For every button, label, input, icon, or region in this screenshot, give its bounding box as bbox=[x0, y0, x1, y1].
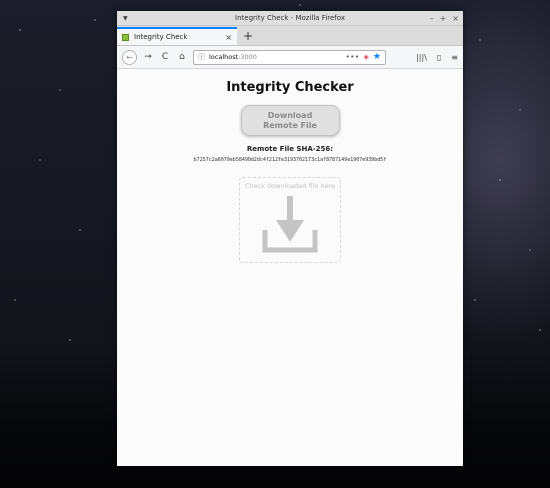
toolbar-right: |||\ ▯ ≡ bbox=[416, 53, 458, 62]
library-button[interactable]: |||\ bbox=[416, 53, 427, 62]
navigation-toolbar: ← → C ⌂ ⓘ localhost:3000 ••• ◈ ★ |||\ ▯ … bbox=[117, 46, 463, 69]
minimize-button[interactable]: – bbox=[430, 14, 434, 23]
reload-button[interactable]: C bbox=[159, 52, 171, 62]
site-info-icon[interactable]: ⓘ bbox=[198, 52, 205, 62]
sha-value: b7257c2a6070eb58490d2dc4f212fe3193702173… bbox=[193, 157, 387, 163]
favicon-icon bbox=[122, 33, 129, 41]
page-actions-button[interactable]: ••• bbox=[346, 53, 360, 61]
page-content: Integrity Checker Download Remote File R… bbox=[117, 69, 463, 466]
browser-window: ▼ Integrity Check - Mozilla Firefox – + … bbox=[117, 11, 463, 466]
window-title: Integrity Check - Mozilla Firefox bbox=[235, 14, 345, 22]
forward-button[interactable]: → bbox=[142, 52, 154, 62]
close-tab-icon[interactable]: × bbox=[225, 33, 232, 42]
download-icon bbox=[262, 196, 318, 253]
url-port: :3000 bbox=[238, 53, 257, 61]
home-button[interactable]: ⌂ bbox=[176, 52, 188, 62]
sidebar-button[interactable]: ▯ bbox=[437, 53, 441, 62]
tab-integrity-check[interactable]: Integrity Check × bbox=[117, 27, 237, 45]
page-title: Integrity Checker bbox=[226, 80, 354, 95]
tab-strip: Integrity Check × + bbox=[117, 26, 463, 46]
window-titlebar[interactable]: ▼ Integrity Check - Mozilla Firefox – + … bbox=[117, 11, 463, 26]
bookmark-star-icon[interactable]: ★ bbox=[373, 52, 381, 62]
maximize-button[interactable]: + bbox=[440, 14, 447, 23]
pocket-icon[interactable]: ◈ bbox=[364, 53, 369, 61]
close-window-button[interactable]: × bbox=[452, 14, 459, 23]
download-remote-file-button[interactable]: Download Remote File bbox=[240, 105, 340, 136]
url-host: localhost bbox=[209, 53, 239, 61]
sha-label: Remote File SHA-256: bbox=[246, 145, 334, 153]
menu-button[interactable]: ≡ bbox=[451, 53, 458, 62]
url-bar[interactable]: ⓘ localhost:3000 ••• ◈ ★ bbox=[193, 49, 386, 65]
dropzone-label: Check downloaded file here bbox=[244, 182, 336, 190]
window-controls: – + × bbox=[430, 11, 459, 25]
tab-label: Integrity Check bbox=[134, 33, 188, 41]
window-menu-icon[interactable]: ▼ bbox=[123, 15, 128, 22]
new-tab-button[interactable]: + bbox=[243, 29, 253, 43]
file-dropzone[interactable]: Check downloaded file here bbox=[239, 177, 341, 263]
back-button[interactable]: ← bbox=[122, 49, 137, 65]
